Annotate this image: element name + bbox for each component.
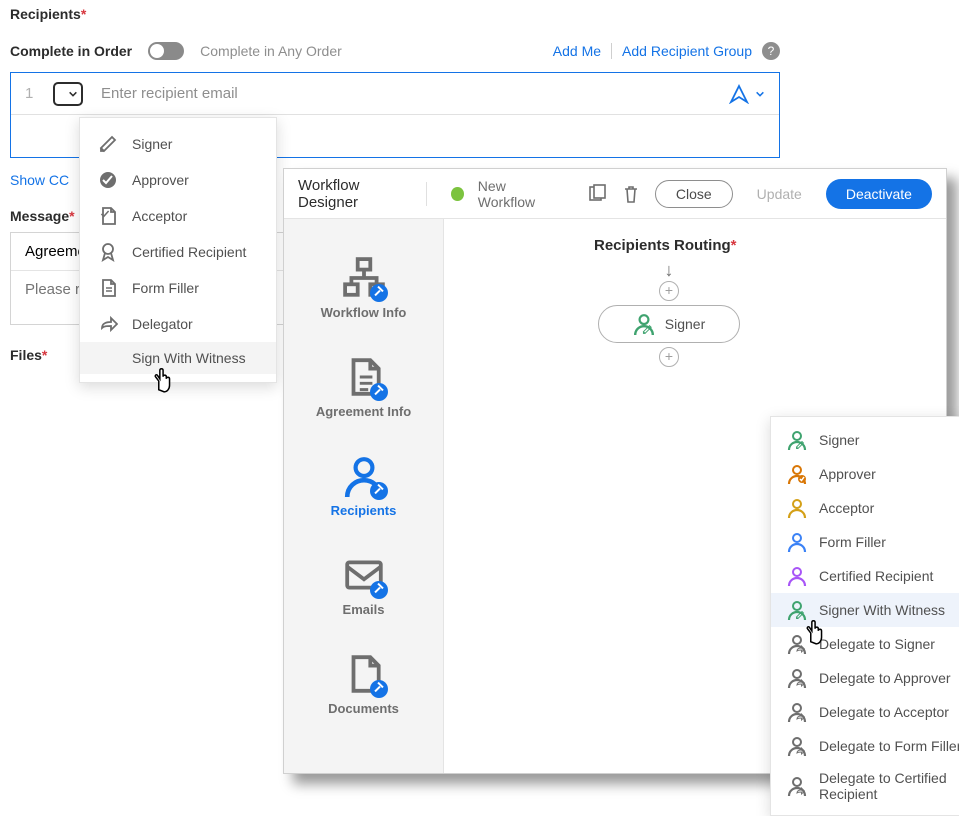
- pen-icon: [98, 134, 118, 154]
- delegate-icon: [787, 736, 807, 756]
- signer-icon: [633, 313, 655, 335]
- recipient-role-dropdown[interactable]: [53, 82, 83, 106]
- workflow-title: Workflow Designer: [298, 177, 412, 211]
- workflow-designer-window: Workflow Designer New Workflow Close Upd…: [283, 168, 947, 774]
- sidebar-item-documents[interactable]: Documents: [284, 635, 443, 734]
- add-node-bottom[interactable]: +: [659, 347, 679, 367]
- recipient-delivery-dropdown[interactable]: [729, 84, 765, 104]
- delegate-icon: [787, 776, 807, 796]
- role-option-certified[interactable]: Certified Recipient: [80, 234, 276, 270]
- delegate-icon: [787, 668, 807, 688]
- wf-role-signer[interactable]: Signer: [771, 423, 959, 457]
- chevron-down-icon: [755, 89, 765, 99]
- share-arrow-icon: [98, 314, 118, 334]
- add-recipient-group-link[interactable]: Add Recipient Group: [622, 43, 752, 59]
- add-node-top[interactable]: +: [659, 281, 679, 301]
- help-icon[interactable]: ?: [762, 42, 780, 60]
- approver-icon: [787, 464, 807, 484]
- role-option-approver[interactable]: Approver: [80, 162, 276, 198]
- acceptor-icon: [787, 498, 807, 518]
- close-button[interactable]: Close: [655, 180, 733, 208]
- signer-node[interactable]: Signer: [598, 305, 740, 343]
- workflow-name: New Workflow: [478, 178, 559, 210]
- document-check-icon: [98, 206, 118, 226]
- duplicate-icon[interactable]: [587, 183, 607, 205]
- recipients-label: Recipients*: [10, 6, 780, 22]
- wf-role-delegate-signer[interactable]: Delegate to Signer: [771, 627, 959, 661]
- recipient-order-row: Complete in Order Complete in Any Order …: [10, 42, 780, 60]
- routing-title: Recipients Routing*: [594, 237, 926, 254]
- send-icon: [729, 84, 749, 104]
- delegate-icon: [787, 702, 807, 722]
- role-option-form-filler[interactable]: Form Filler: [80, 270, 276, 306]
- wf-role-delegate-approver[interactable]: Delegate to Approver: [771, 661, 959, 695]
- row-index: 1: [25, 85, 35, 102]
- wf-role-delegate-acceptor[interactable]: Delegate to Acceptor: [771, 695, 959, 729]
- show-cc-link[interactable]: Show CC: [10, 172, 69, 188]
- role-option-acceptor[interactable]: Acceptor: [80, 198, 276, 234]
- recipient-row-1: 1 Enter recipient email: [11, 73, 779, 115]
- wf-role-signer-with-witness[interactable]: Signer With Witness: [771, 593, 959, 627]
- signer-icon: [787, 430, 807, 450]
- role-option-signer[interactable]: Signer: [80, 126, 276, 162]
- add-me-link[interactable]: Add Me: [553, 43, 601, 59]
- sidebar-item-workflow-info[interactable]: Workflow Info: [284, 239, 443, 338]
- recipient-role-menu[interactable]: Signer Approver Acceptor Certified Recip…: [79, 117, 277, 383]
- role-option-delegator[interactable]: Delegator: [80, 306, 276, 342]
- cursor-icon: [802, 618, 826, 646]
- workflow-canvas: Recipients Routing* ↓ + Signer + Signer …: [444, 219, 946, 773]
- workflow-sidebar: Workflow Info Agreement Info Recipients …: [284, 219, 444, 773]
- form-filler-icon: [787, 532, 807, 552]
- trash-icon[interactable]: [621, 183, 641, 205]
- wf-role-delegate-form-filler[interactable]: Delegate to Form Filler: [771, 729, 959, 763]
- wf-role-acceptor[interactable]: Acceptor: [771, 491, 959, 525]
- cursor-icon: [150, 366, 174, 394]
- link-divider: [611, 43, 612, 59]
- sidebar-item-agreement-info[interactable]: Agreement Info: [284, 338, 443, 437]
- wf-role-approver[interactable]: Approver: [771, 457, 959, 491]
- ribbon-icon: [98, 242, 118, 262]
- check-circle-icon: [98, 170, 118, 190]
- workflow-status-dot: [451, 187, 464, 201]
- deactivate-button[interactable]: Deactivate: [826, 179, 932, 209]
- update-button[interactable]: Update: [747, 181, 812, 207]
- workflow-toolbar: Workflow Designer New Workflow Close Upd…: [284, 169, 946, 219]
- flow-arrow-icon: ↓: [665, 260, 674, 281]
- form-icon: [98, 278, 118, 298]
- wf-role-delegate-certified[interactable]: Delegate to Certified Recipient: [771, 763, 959, 809]
- recipient-email-placeholder[interactable]: Enter recipient email: [101, 85, 711, 102]
- certified-icon: [787, 566, 807, 586]
- complete-any-order-label: Complete in Any Order: [200, 43, 537, 59]
- workflow-role-menu[interactable]: Signer Approver Acceptor Form Filler Cer…: [770, 416, 959, 816]
- complete-in-order-label: Complete in Order: [10, 43, 132, 59]
- wf-role-certified[interactable]: Certified Recipient: [771, 559, 959, 593]
- role-option-sign-with-witness[interactable]: Sign With Witness: [80, 342, 276, 374]
- wf-role-form-filler[interactable]: Form Filler: [771, 525, 959, 559]
- chevron-down-icon: [68, 89, 78, 99]
- sidebar-item-emails[interactable]: Emails: [284, 536, 443, 635]
- sidebar-item-recipients[interactable]: Recipients: [284, 437, 443, 536]
- order-toggle[interactable]: [148, 42, 184, 60]
- signer-witness-icon: [787, 600, 807, 620]
